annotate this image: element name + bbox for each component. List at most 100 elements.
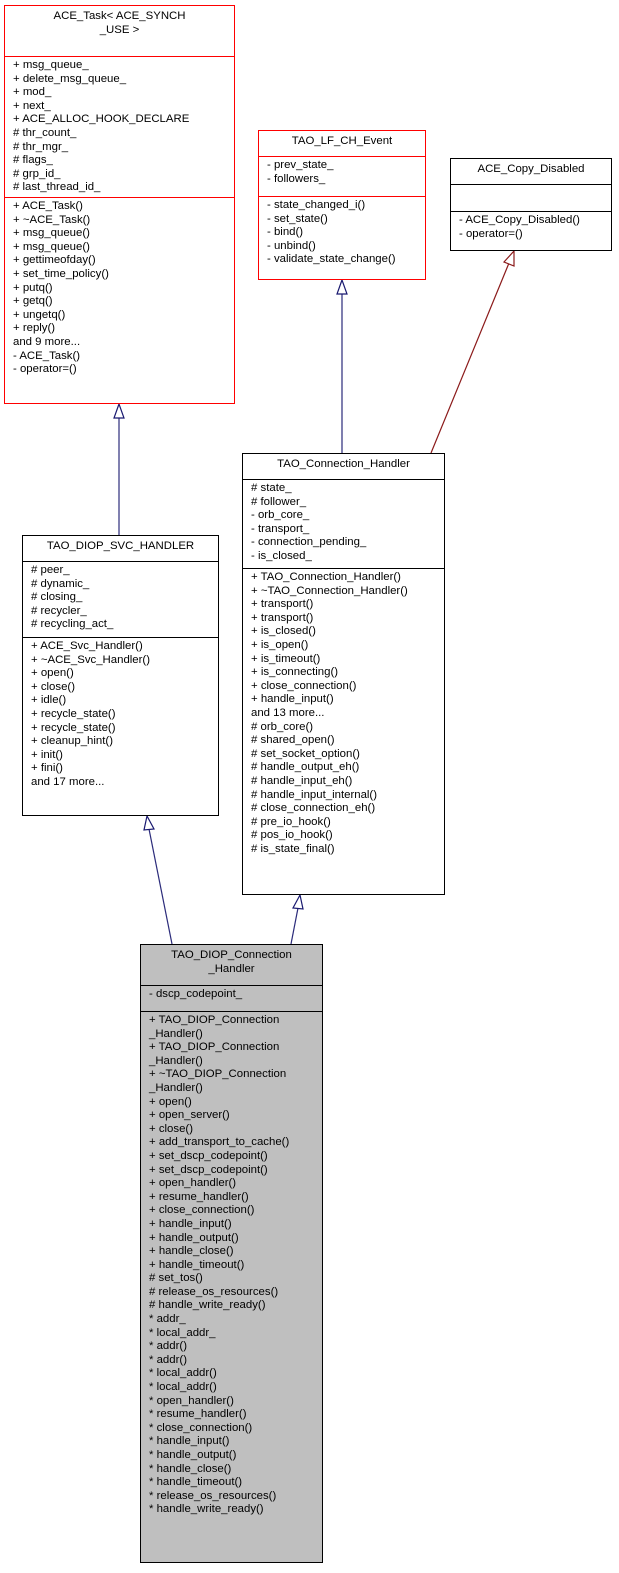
class-member[interactable]: + delete_msg_queue_	[13, 73, 230, 87]
class-member[interactable]: - orb_core_	[251, 509, 440, 523]
class-member[interactable]: * local_addr()	[149, 1367, 318, 1381]
class-member[interactable]: + is_closed()	[251, 625, 440, 639]
class-member[interactable]: # dynamic_	[31, 578, 214, 592]
class-member[interactable]: + is_open()	[251, 639, 440, 653]
class-member[interactable]: # recycling_act_	[31, 618, 214, 632]
class-member[interactable]: + ~TAO_Connection_Handler()	[251, 585, 440, 599]
class-member[interactable]: - prev_state_	[267, 159, 421, 173]
class-member[interactable]: + putq()	[13, 282, 230, 296]
class-member[interactable]: * handle_write_ready()	[149, 1503, 318, 1517]
class-member[interactable]: # handle_write_ready()	[149, 1299, 318, 1313]
class-member[interactable]: # flags_	[13, 154, 230, 168]
class-member[interactable]: * handle_input()	[149, 1435, 318, 1449]
class-member[interactable]: + close_connection()	[251, 680, 440, 694]
class-member[interactable]: # handle_output_eh()	[251, 761, 440, 775]
class-tao-lf-ch-event[interactable]: TAO_LF_CH_Event - prev_state_ - followers…	[258, 130, 426, 280]
class-member[interactable]: * local_addr()	[149, 1381, 318, 1395]
class-member[interactable]: + fini()	[31, 762, 214, 776]
class-member[interactable]: # recycler_	[31, 605, 214, 619]
class-member[interactable]: - unbind()	[267, 240, 421, 254]
class-member[interactable]: + ungetq()	[13, 309, 230, 323]
class-member[interactable]: + ~TAO_DIOP_Connection	[149, 1068, 318, 1082]
class-member[interactable]: + init()	[31, 749, 214, 763]
class-member[interactable]: - ACE_Task()	[13, 350, 230, 364]
class-member[interactable]: # last_thread_id_	[13, 181, 230, 195]
class-member[interactable]: - validate_state_change()	[267, 253, 421, 267]
class-member[interactable]: + recycle_state()	[31, 708, 214, 722]
class-member[interactable]: - operator=()	[13, 363, 230, 377]
class-member[interactable]: + ACE_Task()	[13, 200, 230, 214]
class-member[interactable]: + ACE_ALLOC_HOOK_DECLARE	[13, 113, 230, 127]
class-member[interactable]: and 9 more...	[13, 336, 230, 350]
class-member[interactable]: + resume_handler()	[149, 1191, 318, 1205]
class-member[interactable]: + msg_queue()	[13, 241, 230, 255]
class-member[interactable]: _Handler()	[149, 1028, 318, 1042]
class-member[interactable]: + set_time_policy()	[13, 268, 230, 282]
class-member[interactable]: + ACE_Svc_Handler()	[31, 640, 214, 654]
class-member[interactable]: # set_socket_option()	[251, 748, 440, 762]
class-member[interactable]: * handle_close()	[149, 1463, 318, 1477]
class-member[interactable]: # release_os_resources()	[149, 1286, 318, 1300]
class-member[interactable]: * handle_timeout()	[149, 1476, 318, 1490]
class-member[interactable]: + handle_output()	[149, 1232, 318, 1246]
class-member[interactable]: + is_timeout()	[251, 653, 440, 667]
class-member[interactable]: + msg_queue_	[13, 59, 230, 73]
class-member[interactable]: + ~ACE_Task()	[13, 214, 230, 228]
class-member[interactable]: # state_	[251, 482, 440, 496]
class-member[interactable]: # orb_core()	[251, 721, 440, 735]
class-member[interactable]: _Handler()	[149, 1082, 318, 1096]
class-member[interactable]: + cleanup_hint()	[31, 735, 214, 749]
class-member[interactable]: # handle_input_eh()	[251, 775, 440, 789]
class-member[interactable]: + TAO_Connection_Handler()	[251, 571, 440, 585]
class-member[interactable]: # peer_	[31, 564, 214, 578]
class-member[interactable]: # pre_io_hook()	[251, 816, 440, 830]
class-member[interactable]: + handle_input()	[251, 693, 440, 707]
class-member[interactable]: + recycle_state()	[31, 722, 214, 736]
class-member[interactable]: + ~ACE_Svc_Handler()	[31, 654, 214, 668]
class-member[interactable]: * handle_output()	[149, 1449, 318, 1463]
class-tao-diop-connection-handler[interactable]: TAO_DIOP_Connection _Handler - dscp_code…	[140, 944, 323, 1563]
class-member[interactable]: * close_connection()	[149, 1422, 318, 1436]
class-member[interactable]: + transport()	[251, 612, 440, 626]
class-member[interactable]: + close()	[31, 681, 214, 695]
class-member[interactable]: + close_connection()	[149, 1204, 318, 1218]
class-member[interactable]: + handle_close()	[149, 1245, 318, 1259]
class-tao-connection-handler[interactable]: TAO_Connection_Handler # state_ # followe…	[242, 453, 445, 895]
class-member[interactable]: and 17 more...	[31, 776, 214, 790]
class-member[interactable]: + getq()	[13, 295, 230, 309]
class-member[interactable]: + next_	[13, 100, 230, 114]
class-member[interactable]: + reply()	[13, 322, 230, 336]
class-member[interactable]: - bind()	[267, 226, 421, 240]
class-member[interactable]: * resume_handler()	[149, 1408, 318, 1422]
class-member[interactable]: + msg_queue()	[13, 227, 230, 241]
class-member[interactable]: + add_transport_to_cache()	[149, 1136, 318, 1150]
class-member[interactable]: - set_state()	[267, 213, 421, 227]
class-member[interactable]: + open()	[31, 667, 214, 681]
class-member[interactable]: - transport_	[251, 523, 440, 537]
class-member[interactable]: - connection_pending_	[251, 536, 440, 550]
class-member[interactable]: - ACE_Copy_Disabled()	[459, 214, 607, 228]
class-member[interactable]: # is_state_final()	[251, 843, 440, 857]
class-member[interactable]: + gettimeofday()	[13, 254, 230, 268]
class-member[interactable]: * release_os_resources()	[149, 1490, 318, 1504]
class-member[interactable]: + open_server()	[149, 1109, 318, 1123]
class-member[interactable]: + handle_input()	[149, 1218, 318, 1232]
class-member[interactable]: + idle()	[31, 694, 214, 708]
class-member[interactable]: * local_addr_	[149, 1327, 318, 1341]
class-member[interactable]: # closing_	[31, 591, 214, 605]
class-member[interactable]: * addr_	[149, 1313, 318, 1327]
class-member[interactable]: and 13 more...	[251, 707, 440, 721]
class-member[interactable]: # thr_mgr_	[13, 141, 230, 155]
class-member[interactable]: + TAO_DIOP_Connection	[149, 1041, 318, 1055]
class-member[interactable]: + transport()	[251, 598, 440, 612]
class-member[interactable]: * open_handler()	[149, 1395, 318, 1409]
class-ace-copy-disabled[interactable]: ACE_Copy_Disabled - ACE_Copy_Disabled() -…	[450, 158, 612, 251]
class-member[interactable]: # set_tos()	[149, 1272, 318, 1286]
class-member[interactable]: + open_handler()	[149, 1177, 318, 1191]
class-member[interactable]: # grp_id_	[13, 168, 230, 182]
class-member[interactable]: + handle_timeout()	[149, 1259, 318, 1273]
class-member[interactable]: + TAO_DIOP_Connection	[149, 1014, 318, 1028]
class-tao-diop-svc-handler[interactable]: TAO_DIOP_SVC_HANDLER # peer_ # dynamic_ # …	[22, 535, 219, 816]
class-member[interactable]: _Handler()	[149, 1055, 318, 1069]
class-member[interactable]: + is_connecting()	[251, 666, 440, 680]
